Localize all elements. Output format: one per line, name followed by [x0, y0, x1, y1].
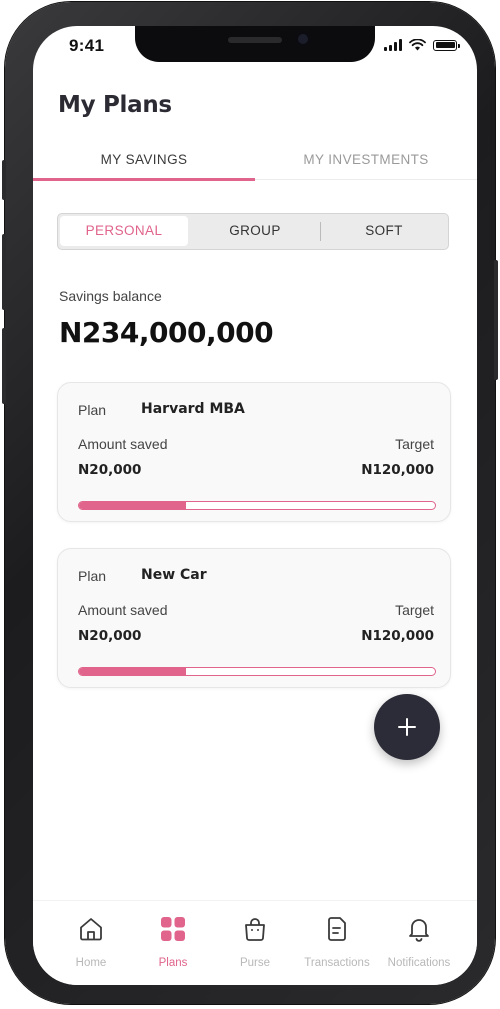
volume-up-button: [2, 234, 6, 310]
plan-name: Harvard MBA: [141, 401, 245, 417]
notch: [135, 26, 375, 62]
target-value: N120,000: [361, 462, 434, 478]
tab-divider: [255, 179, 477, 180]
target-label: Target: [395, 602, 434, 618]
savings-balance-value: N234,000,000: [59, 316, 274, 349]
savings-progress-bar: [78, 501, 436, 510]
screen: 9:41 My Plans MY SAVINGS MY INVESTMENTS …: [33, 26, 477, 985]
nav-label-home: Home: [75, 957, 107, 969]
nav-label-purse: Purse: [239, 957, 271, 969]
target-label: Target: [395, 436, 434, 452]
bag-icon: [245, 918, 265, 941]
battery-icon: [433, 39, 460, 51]
amount-saved-value: N20,000: [78, 462, 142, 478]
segment-group[interactable]: GROUP: [190, 214, 320, 248]
grid-icon: [161, 917, 185, 941]
target-value: N120,000: [361, 628, 434, 644]
segment-soft[interactable]: SOFT: [320, 214, 448, 248]
plan-card[interactable]: Plan New Car Amount saved Target N20,000…: [57, 548, 451, 688]
active-tab-indicator: [33, 178, 255, 181]
signal-icon: [384, 39, 402, 51]
mute-switch: [2, 160, 6, 200]
tab-my-savings[interactable]: MY SAVINGS: [33, 152, 255, 167]
plan-name: New Car: [141, 567, 207, 583]
front-camera: [295, 31, 311, 47]
tab-my-investments[interactable]: MY INVESTMENTS: [255, 152, 477, 167]
progress-fill: [79, 668, 186, 675]
plan-type-segmented-control: PERSONAL GROUP SOFT: [57, 213, 449, 250]
nav-item-purse[interactable]: Purse: [211, 901, 299, 985]
plan-label: Plan: [78, 402, 107, 418]
amount-saved-value: N20,000: [78, 628, 142, 644]
nav-item-notifications[interactable]: Notifications: [375, 901, 463, 985]
volume-down-button: [2, 328, 6, 404]
wifi-icon: [409, 39, 426, 51]
nav-label-notifications: Notifications: [387, 957, 451, 969]
amount-saved-label: Amount saved: [78, 436, 168, 452]
speaker-grille: [228, 37, 282, 43]
document-icon: [328, 917, 346, 941]
plan-card[interactable]: Plan Harvard MBA Amount saved Target N20…: [57, 382, 451, 522]
nav-item-transactions[interactable]: Transactions: [293, 901, 381, 985]
home-icon: [80, 918, 102, 941]
bell-icon: [409, 919, 429, 942]
power-button: [494, 260, 498, 380]
segment-personal[interactable]: PERSONAL: [60, 216, 188, 246]
nav-label-plans: Plans: [158, 957, 188, 969]
savings-progress-bar: [78, 667, 436, 676]
plan-label: Plan: [78, 568, 107, 584]
plus-icon: [398, 718, 416, 736]
progress-fill: [79, 502, 186, 509]
status-time: 9:41: [69, 36, 105, 55]
amount-saved-label: Amount saved: [78, 602, 168, 618]
status-icons: [384, 39, 460, 51]
savings-balance-label: Savings balance: [59, 288, 162, 304]
page-title: My Plans: [58, 92, 172, 118]
bottom-navigation: Home Plans Purse Transactions Notificati…: [33, 900, 477, 985]
nav-item-plans[interactable]: Plans: [129, 901, 217, 985]
phone-frame: 9:41 My Plans MY SAVINGS MY INVESTMENTS …: [2, 2, 498, 1004]
add-plan-button[interactable]: [374, 694, 440, 760]
nav-item-home[interactable]: Home: [47, 901, 135, 985]
nav-label-transactions: Transactions: [304, 957, 370, 969]
